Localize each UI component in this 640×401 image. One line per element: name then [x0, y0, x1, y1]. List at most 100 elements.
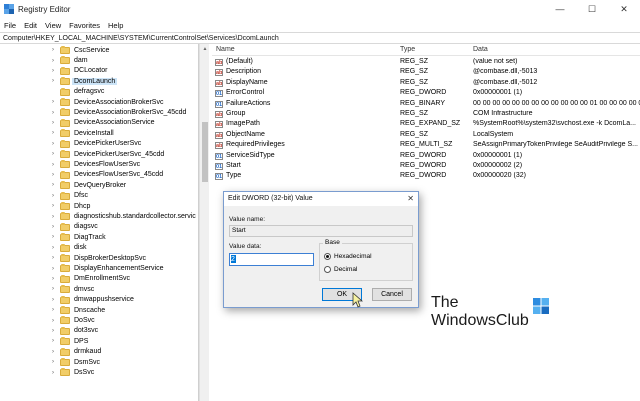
value-row[interactable]: ab DisplayName REG_SZ @combase.dll,-5012 — [212, 78, 640, 88]
column-header-name[interactable]: Name — [216, 46, 235, 53]
chevron-right-icon[interactable]: › — [52, 307, 58, 313]
chevron-right-icon[interactable]: › — [52, 78, 58, 84]
scroll-thumb[interactable] — [202, 122, 208, 182]
chevron-right-icon[interactable]: › — [52, 110, 58, 116]
tree-item[interactable]: › DevicesFlowUserSvc_45cdd — [0, 170, 195, 180]
chevron-right-icon[interactable]: › — [52, 370, 58, 376]
cancel-button[interactable]: Cancel — [372, 288, 412, 301]
tree-item[interactable]: › DPS — [0, 336, 195, 346]
value-row[interactable]: 01 ServiceSidType REG_DWORD 0x00000001 (1) — [212, 151, 640, 161]
tree-item[interactable]: › DeviceAssociationBrokerSvc_45cdd — [0, 107, 195, 117]
chevron-right-icon[interactable]: › — [52, 99, 58, 105]
menu-file[interactable]: File — [4, 21, 16, 30]
chevron-right-icon[interactable]: › — [52, 286, 58, 292]
value-row[interactable]: 01 ErrorControl REG_DWORD 0x00000001 (1) — [212, 88, 640, 98]
folder-icon — [60, 233, 70, 242]
chevron-right-icon[interactable]: › — [52, 266, 58, 272]
tree-item[interactable]: › DevicePickerUserSvc_45cdd — [0, 149, 195, 159]
folder-icon — [60, 77, 70, 86]
dialog-close-icon[interactable]: ✕ — [407, 192, 414, 206]
tree-item[interactable]: › DsSvc — [0, 367, 195, 377]
chevron-right-icon[interactable]: › — [52, 349, 58, 355]
chevron-right-icon[interactable]: › — [52, 245, 58, 251]
scroll-up-icon[interactable]: ▲ — [200, 44, 210, 54]
column-header-data[interactable]: Data — [473, 46, 488, 53]
tree-item[interactable]: › DeviceAssociationService — [0, 118, 195, 128]
chevron-right-icon[interactable]: › — [52, 68, 58, 74]
close-button[interactable]: ✕ — [608, 0, 640, 18]
value-row[interactable]: ab ImagePath REG_EXPAND_SZ %SystemRoot%\sys… — [212, 119, 640, 129]
chevron-right-icon[interactable]: › — [52, 338, 58, 344]
tree-item[interactable]: › DevQueryBroker — [0, 180, 195, 190]
column-header-type[interactable]: Type — [400, 46, 415, 53]
address-bar[interactable]: Computer\HKEY_LOCAL_MACHINE\SYSTEM\Curre… — [0, 32, 640, 44]
tree-item[interactable]: › dot3svc — [0, 326, 195, 336]
value-row[interactable]: ab RequiredPrivileges REG_MULTI_SZ SeAssign… — [212, 140, 640, 150]
tree-item[interactable]: › disk — [0, 243, 195, 253]
chevron-right-icon[interactable]: › — [52, 120, 58, 126]
tree-item[interactable]: › CscService — [0, 45, 195, 55]
chevron-right-icon[interactable]: › — [52, 182, 58, 188]
value-row[interactable]: 01 Type REG_DWORD 0x00000020 (32) — [212, 171, 640, 181]
value-row[interactable]: 01 FailureActions REG_BINARY 00 00 00 00 00… — [212, 99, 640, 109]
hexadecimal-radio[interactable] — [324, 253, 331, 260]
tree-item[interactable]: › Dhcp — [0, 201, 195, 211]
value-row[interactable]: ab Group REG_SZ COM Infrastructure — [212, 109, 640, 119]
value-data-input[interactable]: 2 — [229, 253, 314, 266]
chevron-right-icon[interactable]: › — [52, 214, 58, 220]
value-row[interactable]: ab Description REG_SZ @combase.dll,-5013 — [212, 67, 640, 77]
menu-edit[interactable]: Edit — [24, 21, 37, 30]
value-row[interactable]: ab ObjectName REG_SZ LocalSystem — [212, 130, 640, 140]
tree-item[interactable]: › dmwappushservice — [0, 295, 195, 305]
chevron-right-icon[interactable]: › — [52, 297, 58, 303]
chevron-right-icon[interactable]: › — [52, 234, 58, 240]
chevron-right-icon[interactable]: › — [52, 203, 58, 209]
menu-view[interactable]: View — [45, 21, 61, 30]
tree-item[interactable]: › DisplayEnhancementService — [0, 263, 195, 273]
tree-item[interactable]: › DmEnrollmentSvc — [0, 274, 195, 284]
tree-item[interactable]: › Dfsc — [0, 191, 195, 201]
chevron-right-icon[interactable]: › — [52, 359, 58, 365]
tree-item[interactable]: › DispBrokerDesktopSvc — [0, 253, 195, 263]
tree-item[interactable]: › drmkaud — [0, 347, 195, 357]
menu-favorites[interactable]: Favorites — [69, 21, 100, 30]
chevron-right-icon[interactable]: › — [52, 255, 58, 261]
value-data-label: Value data: — [229, 243, 262, 250]
tree-item[interactable]: › DevicePickerUserSvc — [0, 139, 195, 149]
chevron-right-icon[interactable]: › — [52, 172, 58, 178]
decimal-radio[interactable] — [324, 266, 331, 273]
tree-item[interactable]: › DevicesFlowUserSvc — [0, 159, 195, 169]
value-row[interactable]: ab (Default) REG_SZ (value not set) — [212, 57, 640, 67]
tree-item[interactable]: › diagnosticshub.standardcollector.servic — [0, 211, 196, 221]
minimize-button[interactable]: — — [544, 0, 576, 18]
tree-item[interactable]: › dmvsc — [0, 284, 195, 294]
chevron-right-icon[interactable]: › — [52, 151, 58, 157]
tree-item[interactable]: › DoSvc — [0, 315, 195, 325]
chevron-right-icon[interactable]: › — [52, 318, 58, 324]
chevron-right-icon[interactable]: › — [52, 276, 58, 282]
menu-help[interactable]: Help — [108, 21, 123, 30]
hexadecimal-label[interactable]: Hexadecimal — [334, 253, 372, 260]
chevron-right-icon[interactable]: › — [52, 193, 58, 199]
tree-item[interactable]: › Dnscache — [0, 305, 195, 315]
chevron-right-icon[interactable]: › — [52, 58, 58, 64]
tree-scrollbar[interactable]: ▲ — [199, 44, 209, 401]
tree-item[interactable]: › DiagTrack — [0, 232, 195, 242]
decimal-label[interactable]: Decimal — [334, 266, 357, 273]
chevron-right-icon[interactable]: › — [52, 141, 58, 147]
chevron-right-icon[interactable]: › — [52, 47, 58, 53]
tree-item[interactable]: › diagsvc — [0, 222, 195, 232]
chevron-right-icon[interactable]: › — [52, 130, 58, 136]
maximize-button[interactable]: ☐ — [576, 0, 608, 18]
tree-item[interactable]: › DCLocator — [0, 66, 195, 76]
chevron-right-icon[interactable]: › — [52, 162, 58, 168]
tree-item[interactable]: › DcomLaunch — [0, 76, 195, 86]
tree-item[interactable]: defragsvc — [0, 87, 195, 97]
value-row[interactable]: 01 Start REG_DWORD 0x00000002 (2) — [212, 161, 640, 171]
chevron-right-icon[interactable]: › — [52, 328, 58, 334]
tree-item[interactable]: › DsmSvc — [0, 357, 195, 367]
tree-item[interactable]: › DeviceInstall — [0, 128, 195, 138]
tree-item[interactable]: › DeviceAssociationBrokerSvc — [0, 97, 195, 107]
tree-item[interactable]: › dam — [0, 55, 195, 65]
chevron-right-icon[interactable]: › — [52, 224, 58, 230]
